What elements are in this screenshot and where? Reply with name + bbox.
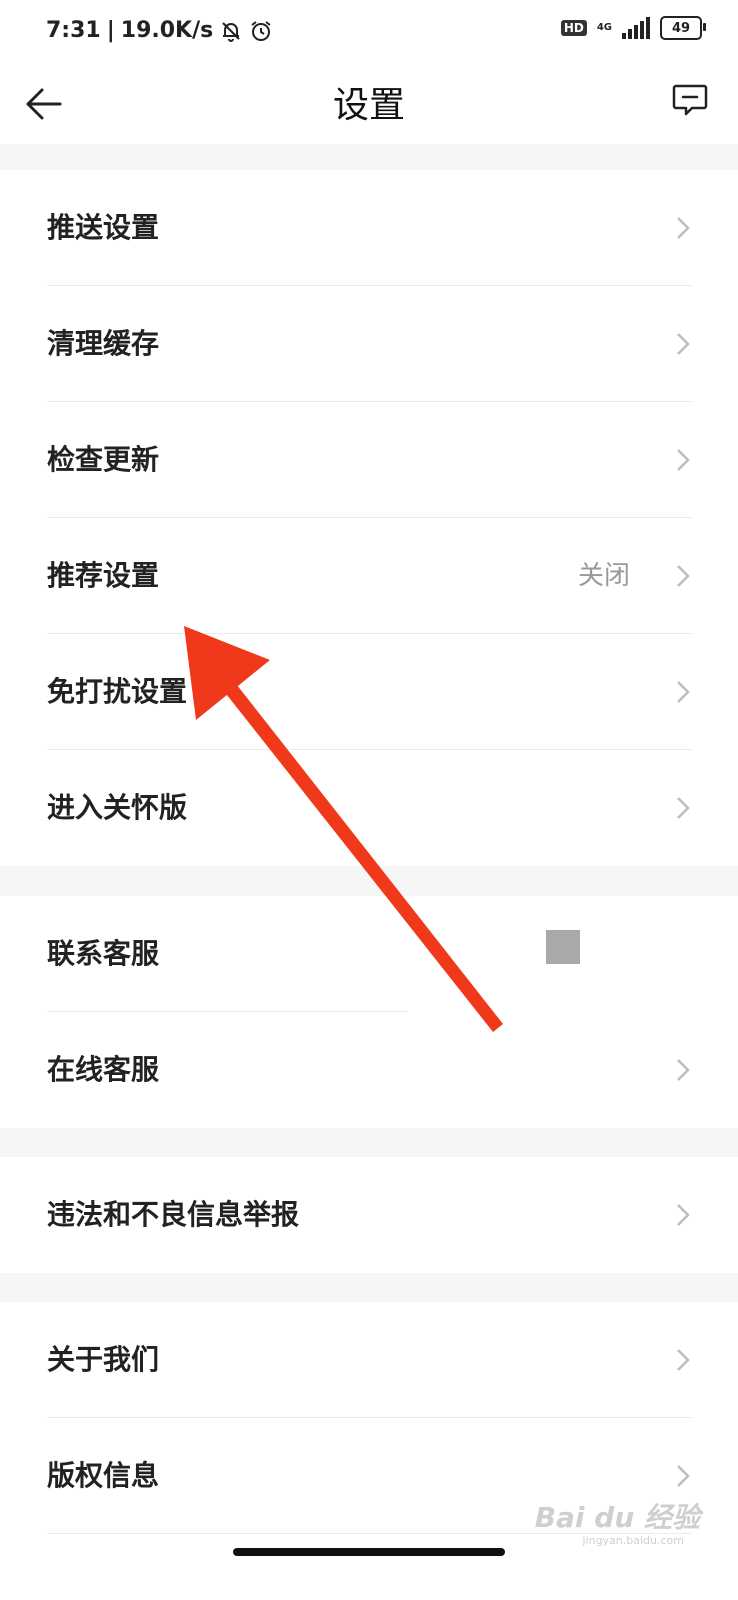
alarm-icon (251, 20, 271, 41)
settings-item-label: 免打扰设置 (47, 675, 188, 708)
settings-group-general: 推送设置 清理缓存 检查更新 推荐设置 关闭 免打扰设置 进入关怀版 (0, 170, 738, 866)
chevron-right-icon (677, 565, 690, 587)
chevron-right-icon (677, 1349, 690, 1371)
chevron-right-icon (677, 1059, 690, 1081)
settings-item-label: 进入关怀版 (47, 791, 188, 824)
feedback-icon[interactable] (670, 80, 710, 120)
network-type: 4G (596, 22, 612, 33)
settings-item-online-service[interactable]: 在线客服 (0, 1012, 738, 1128)
settings-item-clear-cache[interactable]: 清理缓存 (0, 286, 738, 402)
chevron-right-icon (677, 449, 690, 471)
chevron-right-icon (677, 681, 690, 703)
settings-item-report[interactable]: 违法和不良信息举报 (0, 1157, 738, 1273)
nav-bar: 设置 (0, 64, 738, 144)
chevron-right-icon (677, 1204, 690, 1226)
settings-item-about-us[interactable]: 关于我们 (0, 1302, 738, 1418)
settings-item-care-mode[interactable]: 进入关怀版 (0, 750, 738, 866)
settings-group-report: 违法和不良信息举报 (0, 1157, 738, 1273)
settings-item-label: 关于我们 (47, 1343, 160, 1376)
settings-item-push[interactable]: 推送设置 (0, 170, 738, 286)
settings-item-label: 违法和不良信息举报 (47, 1198, 300, 1231)
settings-item-label: 在线客服 (47, 1053, 160, 1086)
settings-item-label: 推荐设置 (47, 559, 160, 592)
status-separator: | (106, 18, 115, 43)
page-title: 设置 (332, 85, 405, 126)
home-indicator[interactable] (233, 1548, 505, 1556)
status-time: 7:31 (46, 18, 101, 43)
battery-icon: 49 (660, 16, 706, 40)
chevron-right-icon (677, 1465, 690, 1487)
settings-item-label: 联系客服 (47, 937, 160, 970)
settings-item-value: 关闭 (577, 561, 630, 591)
settings-item-label: 检查更新 (47, 443, 160, 476)
signal-icon (622, 17, 650, 39)
status-right: HD 4G 49 (560, 16, 706, 40)
settings-item-contact-service[interactable]: 联系客服 (0, 896, 738, 1012)
status-speed: 19.0K/s (120, 18, 214, 43)
settings-item-check-update[interactable]: 检查更新 (0, 402, 738, 518)
status-bar: 7:31 | 19.0K/s HD 4G 49 (0, 0, 738, 64)
status-left: 7:31 | 19.0K/s (46, 18, 273, 43)
settings-group-service: 联系客服 在线客服 (0, 896, 738, 1128)
chevron-right-icon (677, 797, 690, 819)
settings-item-label: 清理缓存 (47, 327, 160, 360)
redaction-square (546, 930, 580, 964)
settings-item-recommend[interactable]: 推荐设置 关闭 (0, 518, 738, 634)
battery-level: 49 (671, 20, 691, 36)
bell-mute-icon (222, 21, 240, 42)
settings-item-label: 推送设置 (47, 211, 160, 244)
settings-item-dnd[interactable]: 免打扰设置 (0, 634, 738, 750)
watermark-url: jingyan.baidu.com (582, 1534, 684, 1547)
chevron-right-icon (677, 217, 690, 239)
watermark-logo: Bai du 经验 (534, 1501, 700, 1534)
chevron-right-icon (677, 333, 690, 355)
settings-item-label: 版权信息 (47, 1459, 160, 1492)
hd-badge: HD (560, 20, 587, 36)
